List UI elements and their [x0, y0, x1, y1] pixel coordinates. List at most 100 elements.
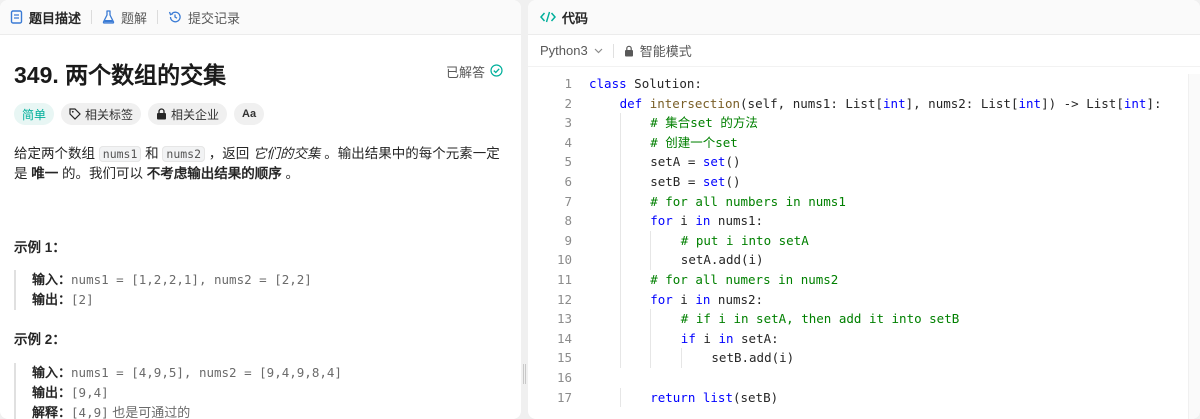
indent-guide: [619, 387, 621, 408]
code-token: Solution:: [626, 76, 702, 91]
related-tags-button[interactable]: 相关标签: [61, 103, 142, 125]
code-token: # 集合set 的方法: [650, 115, 758, 131]
code-token: for: [650, 291, 673, 307]
line-number: 9: [564, 232, 572, 248]
indent-guide: [619, 348, 621, 368]
code-editor[interactable]: 1 class Solution: 2 def intersection(self, …: [528, 74, 1200, 419]
code-line[interactable]: 1 class Solution:: [528, 74, 1200, 94]
code-token: intersection: [649, 95, 741, 111]
output-value: [2]: [71, 292, 94, 307]
code-line[interactable]: 6 setB = set(): [528, 171, 1200, 192]
panel-splitter[interactable]: [521, 0, 528, 419]
explain-text: 也是可通过的: [108, 405, 191, 419]
code-token: (self, nums1: List[: [740, 95, 884, 111]
code-line[interactable]: 16: [528, 368, 1200, 388]
code-token: def: [619, 95, 643, 111]
indent-guide: [619, 191, 621, 212]
indent-guide: [619, 211, 621, 231]
code-token: (setB): [732, 389, 779, 405]
explain-label: 解释：: [32, 405, 72, 419]
line-number: 4: [564, 134, 572, 150]
code-token: ], nums2: List[: [905, 95, 1019, 111]
indent-guide: [619, 309, 621, 329]
code-line[interactable]: 17 return list(setB): [528, 387, 1200, 408]
indent-guide: [650, 309, 652, 329]
flask-icon: [102, 10, 115, 24]
code-token: set: [702, 173, 726, 189]
left-tab-bar: 题目描述 题解 提交记录: [0, 0, 521, 35]
problem-tags: 简单 相关标签 相关企业 Aa: [14, 103, 271, 125]
code-line[interactable]: 5 setA = set(): [528, 152, 1200, 172]
indent-guide: [619, 132, 621, 153]
code-panel-header: 代码: [528, 0, 1200, 35]
code-line[interactable]: 7 # for all numbers in nums1: [528, 191, 1200, 212]
desc-text: ，返回: [205, 146, 254, 161]
chevron-down-icon: [594, 48, 603, 54]
code-panel: 代码 Python3 智能模式 1 class Solution: 2 def int…: [528, 0, 1200, 419]
tab-submissions-label: 提交记录: [188, 10, 241, 26]
code-token: # 创建一个set: [650, 134, 738, 150]
code-token: # for all numbers in nums1: [650, 193, 846, 209]
code-text: # for all numbers in nums1: [650, 192, 846, 212]
code-line[interactable]: 15 setB.add(i): [528, 348, 1200, 368]
difficulty-label: 简单: [22, 107, 47, 122]
inline-code: nums1: [98, 146, 142, 162]
code-text: class Solution:: [589, 74, 702, 94]
line-number: 15: [556, 350, 572, 366]
code-line[interactable]: 9 # put i into setA: [528, 230, 1200, 251]
related-companies-button[interactable]: 相关企业: [148, 103, 228, 125]
tab-description-label: 题目描述: [29, 10, 82, 26]
editor-scrollbar[interactable]: [1188, 74, 1200, 419]
tab-submissions[interactable]: 提交记录: [168, 8, 250, 27]
indent-guide: [619, 328, 621, 349]
code-token: ]:: [1146, 95, 1162, 111]
code-line[interactable]: 2 def intersection(self, nums1: List[int]…: [528, 94, 1200, 114]
code-line[interactable]: 11 # for all numers in nums2: [528, 269, 1200, 290]
line-number: 6: [564, 173, 572, 189]
line-number: 5: [564, 154, 572, 170]
code-token: nums1:: [710, 213, 764, 229]
code-line[interactable]: 14 if i in setA:: [528, 328, 1200, 349]
code-text: setB = set(): [650, 172, 740, 192]
editor-toolbar: Python3 智能模式: [528, 35, 1200, 67]
code-line[interactable]: 8 for i in nums1:: [528, 211, 1200, 231]
tab-divider: [157, 10, 159, 24]
splitter-grip[interactable]: [523, 364, 526, 384]
difficulty-badge[interactable]: 简单: [14, 103, 55, 125]
code-text: # for all numers in nums2: [650, 270, 838, 290]
desc-text: 给定两个数组: [14, 146, 99, 161]
code-token: return: [650, 389, 696, 405]
desc-text: 的。我们可以: [58, 166, 147, 181]
line-number: 2: [564, 95, 572, 111]
related-tags-label: 相关标签: [85, 107, 134, 122]
example-2-block: 输入：nums1 = [4,9,5], nums2 = [9,4,9,8,4] …: [14, 363, 342, 419]
tab-solutions[interactable]: 题解: [102, 8, 157, 27]
lock-icon: [156, 108, 167, 120]
code-token: for: [650, 213, 673, 229]
indent-guide: [619, 269, 621, 290]
language-select[interactable]: Python3: [540, 43, 603, 58]
line-number: 3: [564, 115, 572, 131]
code-token: nums2:: [710, 291, 764, 307]
translate-button[interactable]: Aa: [234, 103, 265, 125]
code-line[interactable]: 4 # 创建一个set: [528, 132, 1200, 153]
code-line[interactable]: 13 # if i in setA, then add it into setB: [528, 309, 1200, 329]
problem-title[interactable]: 349. 两个数组的交集: [14, 56, 226, 90]
problem-description: 给定两个数组 nums1 和 nums2 ，返回 它们的交集 。输出结果中的每个…: [14, 144, 506, 184]
lock-icon: [624, 45, 634, 57]
tab-description[interactable]: 题目描述: [10, 8, 91, 27]
code-line[interactable]: 3 # 集合set 的方法: [528, 113, 1200, 133]
code-line[interactable]: 10 setA.add(i): [528, 250, 1200, 270]
line-number: 17: [556, 389, 572, 405]
code-text: def intersection(self, nums1: List[int],…: [620, 94, 1162, 114]
code-token: i: [695, 330, 719, 346]
desc-bold: 不考虑输出结果的顺序: [146, 166, 282, 181]
tab-solutions-label: 题解: [121, 10, 148, 26]
tag-icon: [69, 108, 81, 120]
code-line[interactable]: 12 for i in nums2:: [528, 289, 1200, 310]
code-text: # if i in setA, then add it into setB: [681, 309, 959, 329]
code-token: # for all numers in nums2: [650, 271, 839, 287]
code-token: setB.add(i): [711, 350, 795, 366]
code-icon: [540, 11, 556, 23]
smart-mode-button[interactable]: 智能模式: [624, 41, 692, 60]
